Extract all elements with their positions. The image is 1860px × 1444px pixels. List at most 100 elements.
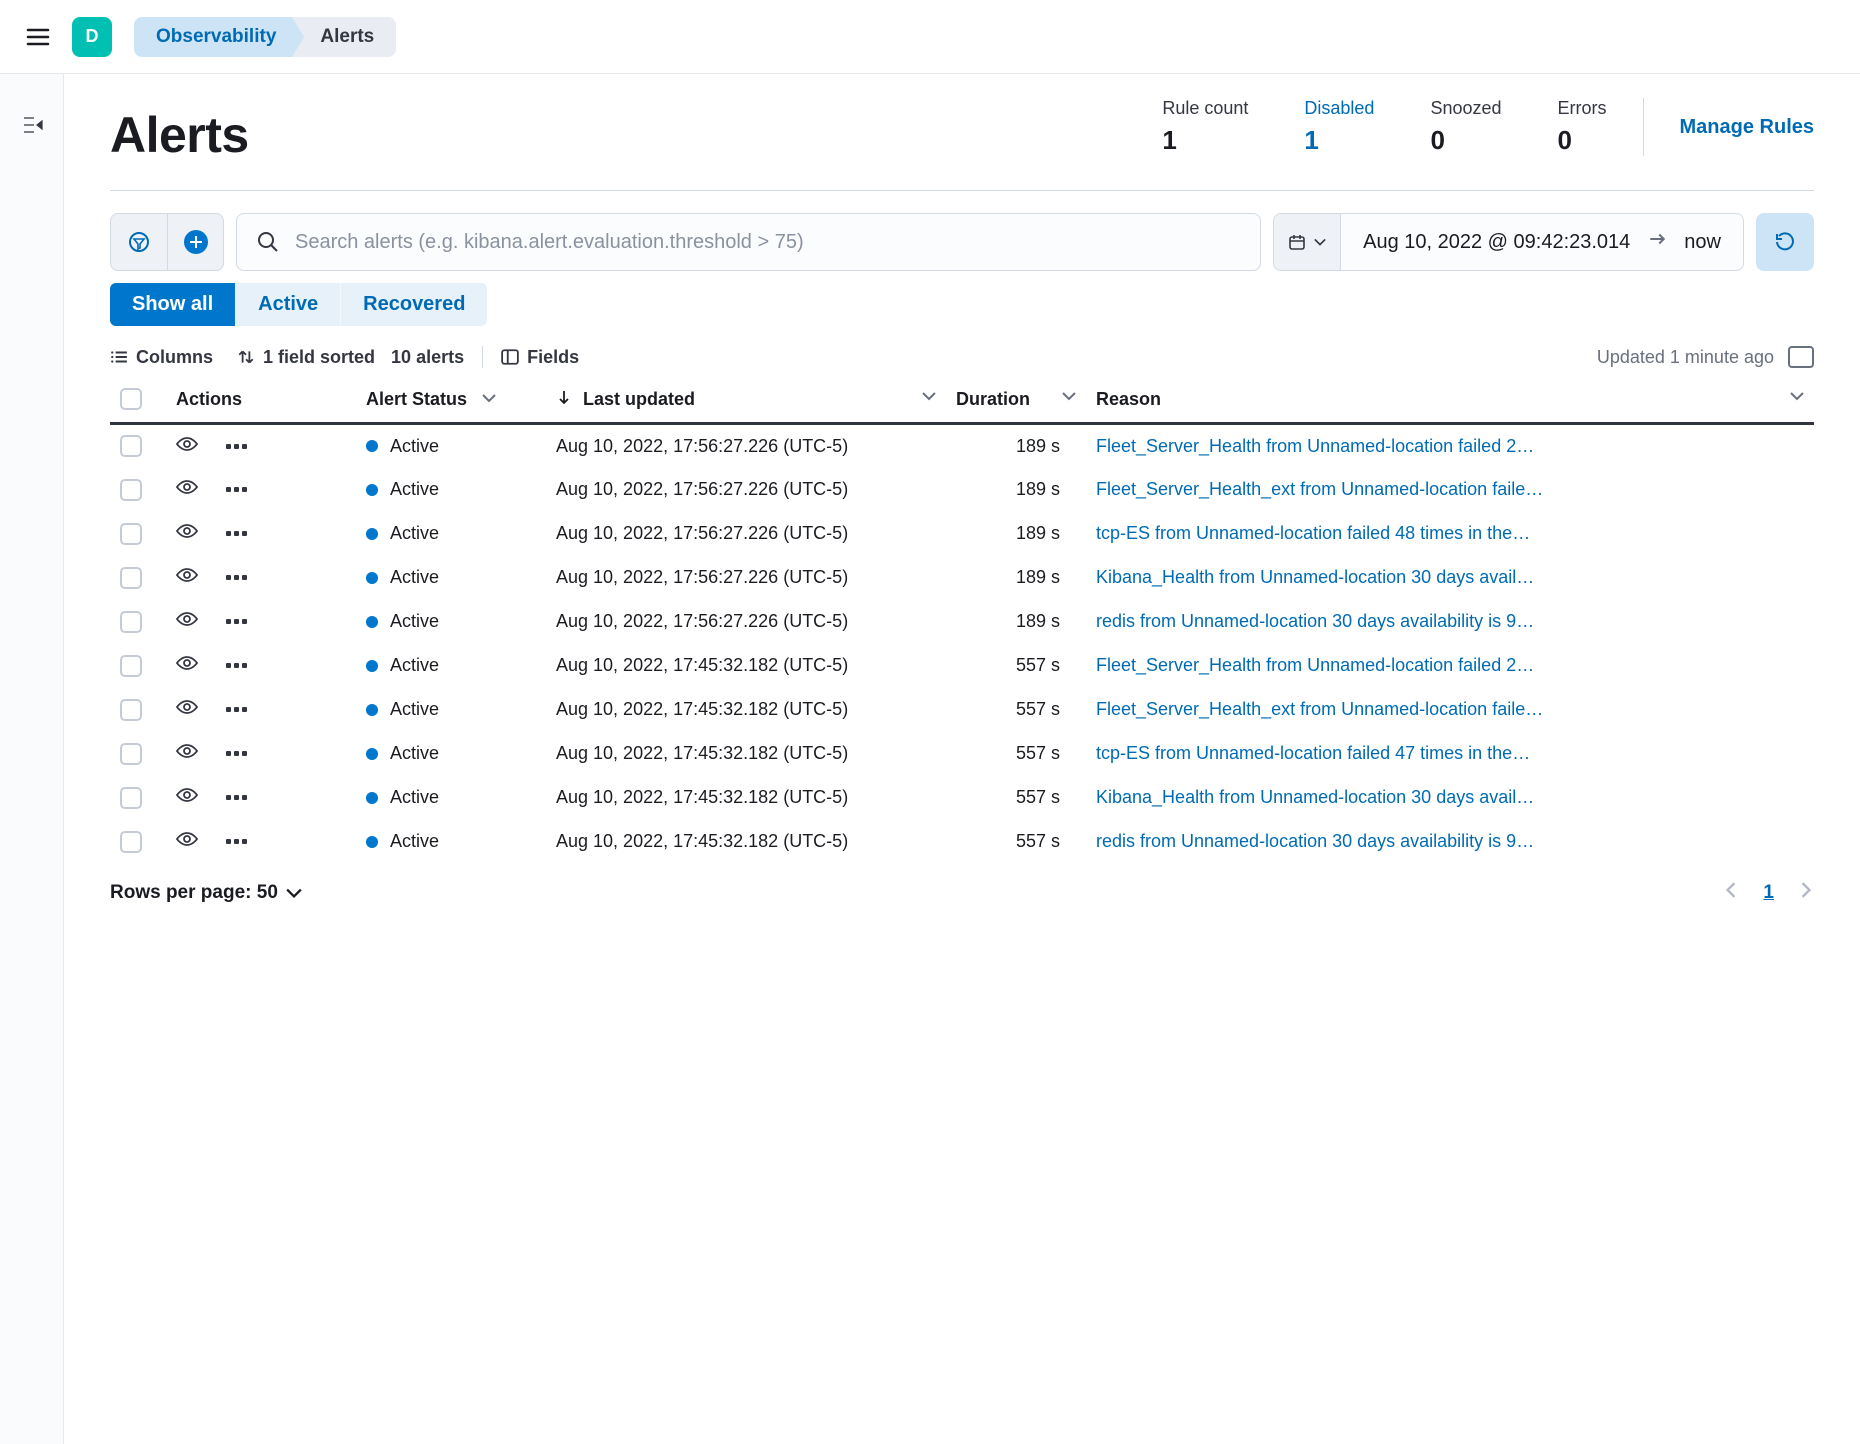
filter-recovered[interactable]: Recovered (340, 283, 487, 326)
columns-button[interactable]: Columns (110, 347, 213, 368)
col-reason[interactable]: Reason (1086, 376, 1814, 424)
manage-rules-link[interactable]: Manage Rules (1680, 116, 1814, 139)
reason-link[interactable]: redis from Unnamed-location 30 days avai… (1086, 600, 1814, 644)
reason-link[interactable]: redis from Unnamed-location 30 days avai… (1086, 820, 1814, 864)
calendar-icon (1288, 233, 1306, 251)
table-row: Active Aug 10, 2022, 17:45:32.182 (UTC-5… (110, 776, 1814, 820)
table-footer: Rows per page: 50 1 (110, 882, 1814, 904)
pagination: 1 (1723, 882, 1814, 904)
updated-cell: Aug 10, 2022, 17:45:32.182 (UTC-5) (546, 776, 946, 820)
next-page-button[interactable] (1798, 882, 1814, 904)
duration-cell: 557 s (946, 644, 1086, 688)
stat-disabled[interactable]: Disabled 1 (1304, 98, 1374, 156)
table-row: Active Aug 10, 2022, 17:45:32.182 (UTC-5… (110, 644, 1814, 688)
last-updated-text: Updated 1 minute ago (1597, 347, 1774, 368)
row-more-button[interactable] (226, 575, 247, 580)
sort-button[interactable]: 1 field sorted (237, 347, 375, 368)
row-more-button[interactable] (226, 751, 247, 756)
reason-link[interactable]: Fleet_Server_Health from Unnamed-locatio… (1086, 644, 1814, 688)
row-checkbox[interactable] (120, 743, 142, 765)
reason-link[interactable]: tcp-ES from Unnamed-location failed 48 t… (1086, 512, 1814, 556)
reason-link[interactable]: Kibana_Health from Unnamed-location 30 d… (1086, 556, 1814, 600)
view-details-button[interactable] (176, 567, 198, 588)
table-toolbar: Columns 1 field sorted 10 alerts Fields … (110, 340, 1814, 376)
filter-active[interactable]: Active (235, 283, 340, 326)
col-status[interactable]: Alert Status (356, 376, 546, 424)
panel-icon (501, 348, 519, 366)
updated-cell: Aug 10, 2022, 17:56:27.226 (UTC-5) (546, 600, 946, 644)
date-quick-select[interactable] (1274, 214, 1341, 270)
row-more-button[interactable] (226, 663, 247, 668)
row-checkbox[interactable] (120, 435, 142, 457)
date-range-picker[interactable]: Aug 10, 2022 @ 09:42:23.014 now (1273, 213, 1744, 271)
top-nav: D Observability Alerts (0, 0, 1860, 74)
search-bar[interactable] (236, 213, 1261, 271)
row-more-button[interactable] (226, 531, 247, 536)
page-title: Alerts (110, 98, 249, 164)
saved-query-button[interactable] (111, 214, 167, 270)
reason-link[interactable]: tcp-ES from Unnamed-location failed 47 t… (1086, 732, 1814, 776)
status-text: Active (390, 611, 439, 632)
reason-link[interactable]: Kibana_Health from Unnamed-location 30 d… (1086, 776, 1814, 820)
status-dot-icon (366, 616, 378, 628)
row-checkbox[interactable] (120, 611, 142, 633)
col-duration[interactable]: Duration (946, 376, 1086, 424)
refresh-button[interactable] (1756, 213, 1814, 271)
reason-link[interactable]: Fleet_Server_Health_ext from Unnamed-loc… (1086, 688, 1814, 732)
select-all-checkbox[interactable] (120, 388, 142, 410)
updated-cell: Aug 10, 2022, 17:56:27.226 (UTC-5) (546, 468, 946, 512)
status-filter-group: Show all Active Recovered (110, 283, 1814, 326)
row-more-button[interactable] (226, 487, 247, 492)
alerts-table: Actions Alert Status Last updated Durati… (110, 376, 1814, 864)
arrow-down-icon (556, 389, 572, 405)
view-details-button[interactable] (176, 611, 198, 632)
row-checkbox[interactable] (120, 523, 142, 545)
row-checkbox[interactable] (120, 655, 142, 677)
space-avatar[interactable]: D (72, 17, 112, 57)
col-updated[interactable]: Last updated (546, 376, 946, 424)
status-dot-icon (366, 748, 378, 760)
fields-button[interactable]: Fields (501, 347, 579, 368)
view-details-button[interactable] (176, 479, 198, 500)
row-checkbox[interactable] (120, 787, 142, 809)
eye-icon (176, 743, 198, 759)
view-details-button[interactable] (176, 655, 198, 676)
row-checkbox[interactable] (120, 479, 142, 501)
add-filter-button[interactable] (167, 214, 223, 270)
alert-count: 10 alerts (391, 347, 464, 368)
view-details-button[interactable] (176, 699, 198, 720)
status-text: Active (390, 787, 439, 808)
row-checkbox[interactable] (120, 699, 142, 721)
view-details-button[interactable] (176, 787, 198, 808)
nav-toggle-button[interactable] (18, 17, 58, 57)
row-checkbox[interactable] (120, 567, 142, 589)
table-row: Active Aug 10, 2022, 17:56:27.226 (UTC-5… (110, 468, 1814, 512)
date-to[interactable]: now (1684, 231, 1721, 254)
status-dot-icon (366, 440, 378, 452)
view-details-button[interactable] (176, 743, 198, 764)
row-more-button[interactable] (226, 839, 247, 844)
view-details-button[interactable] (176, 831, 198, 852)
page-header: Alerts Rule count 1 Disabled 1 Snoozed 0 (110, 98, 1814, 191)
rows-per-page-select[interactable]: Rows per page: 50 (110, 882, 302, 904)
status-cell: Active (366, 787, 536, 808)
view-details-button[interactable] (176, 523, 198, 544)
expand-sidebar-button[interactable] (21, 114, 43, 139)
row-more-button[interactable] (226, 619, 247, 624)
date-from[interactable]: Aug 10, 2022 @ 09:42:23.014 (1363, 231, 1630, 254)
row-checkbox[interactable] (120, 831, 142, 853)
view-details-button[interactable] (176, 436, 198, 457)
status-cell: Active (366, 699, 536, 720)
reason-link[interactable]: Fleet_Server_Health_ext from Unnamed-loc… (1086, 468, 1814, 512)
row-more-button[interactable] (226, 795, 247, 800)
fullscreen-button[interactable] (1788, 346, 1814, 368)
filter-show-all[interactable]: Show all (110, 283, 235, 326)
row-more-button[interactable] (226, 444, 247, 449)
eye-icon (176, 436, 198, 452)
reason-link[interactable]: Fleet_Server_Health from Unnamed-locatio… (1086, 424, 1814, 468)
current-page[interactable]: 1 (1763, 882, 1774, 904)
row-more-button[interactable] (226, 707, 247, 712)
search-input[interactable] (293, 230, 1240, 255)
breadcrumb-observability[interactable]: Observability (134, 17, 292, 57)
prev-page-button[interactable] (1723, 882, 1739, 904)
